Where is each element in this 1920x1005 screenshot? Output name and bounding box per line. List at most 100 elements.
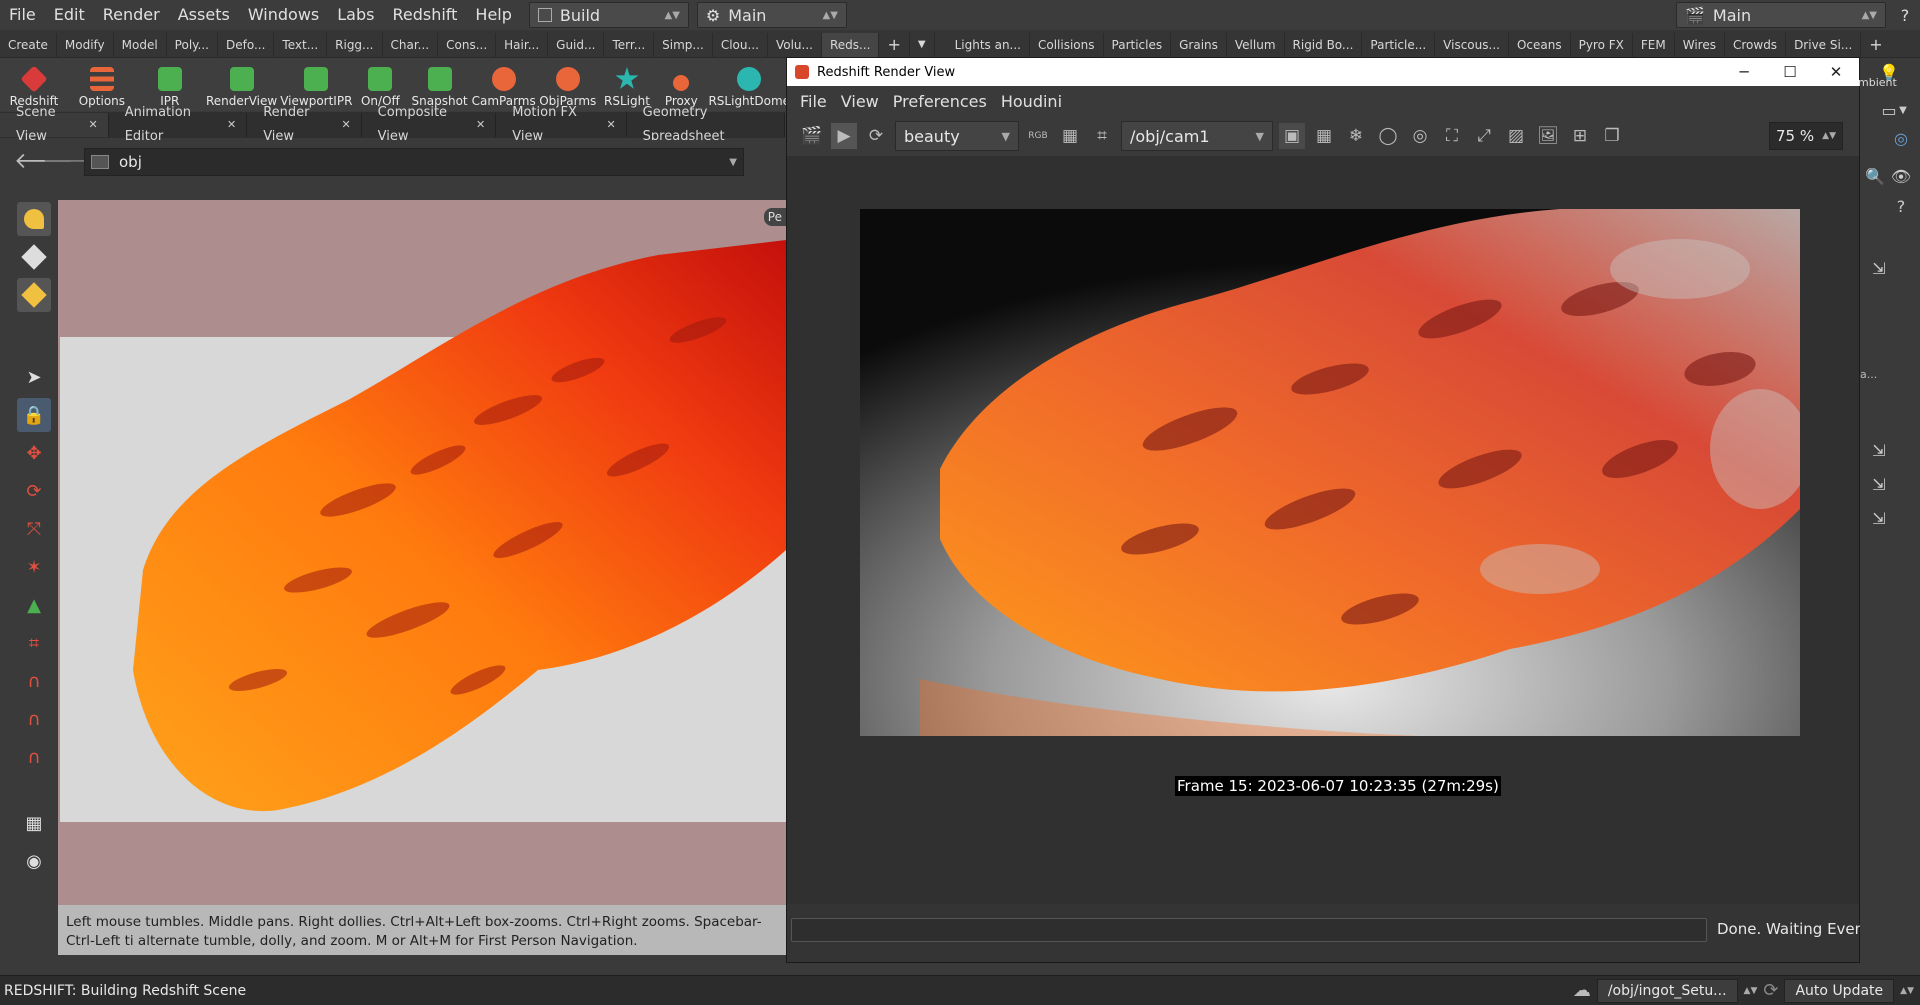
shelf-menu-icon[interactable]: ▼	[910, 33, 935, 57]
copy-icon[interactable]: ❐	[1599, 123, 1625, 149]
rv-menu-houdini[interactable]: Houdini	[994, 92, 1069, 111]
chevron-down-icon[interactable]: ▼	[729, 157, 737, 168]
menu-labs[interactable]: Labs	[328, 0, 383, 30]
shelf-tab[interactable]: Rigg...	[327, 33, 383, 57]
status-path-field[interactable]: /obj/ingot_Setu...	[1596, 978, 1738, 1003]
snap-point-icon[interactable]: ∩	[17, 702, 51, 736]
shelf-tab[interactable]: Guid...	[548, 33, 605, 57]
rotate-icon[interactable]: ⟳	[17, 474, 51, 508]
close-icon[interactable]: ✕	[341, 113, 350, 137]
tab-scene-view[interactable]: Scene View ✕	[0, 105, 109, 144]
select-geometry-icon[interactable]	[17, 202, 51, 236]
shelf-tab[interactable]: Grains	[1171, 33, 1227, 57]
shelf-tab[interactable]: Particle...	[1362, 33, 1436, 57]
close-icon[interactable]: ✕	[227, 113, 236, 137]
shelf-tab[interactable]: Char...	[383, 33, 439, 57]
updown-icon[interactable]: ▲▼	[1900, 986, 1914, 996]
help-icon[interactable]: ?	[1890, 6, 1920, 25]
menu-edit[interactable]: Edit	[45, 0, 94, 30]
magnet-icon[interactable]: ∩	[17, 740, 51, 774]
scene-viewport[interactable]: Pe Left mouse tumbles. Middle pans. Righ…	[58, 200, 786, 955]
shelf-tab[interactable]: Lights an...	[947, 33, 1030, 57]
select-points-icon[interactable]	[17, 240, 51, 274]
tab-composite-view[interactable]: Composite View ✕	[362, 105, 497, 144]
rv-menu-preferences[interactable]: Preferences	[886, 92, 994, 111]
shelf-tab[interactable]: Collisions	[1030, 33, 1104, 57]
close-icon[interactable]: ✕	[1813, 63, 1859, 81]
help-icon[interactable]: ?	[1888, 194, 1914, 220]
minimize-icon[interactable]: ─	[1721, 63, 1767, 81]
checker-icon[interactable]: ▦	[1057, 123, 1083, 149]
menu-redshift[interactable]: Redshift	[383, 0, 466, 30]
brain-icon[interactable]: ☁	[1573, 980, 1591, 1001]
pin-icon[interactable]: ⇲	[1866, 472, 1892, 498]
rv-menu-view[interactable]: View	[834, 92, 886, 111]
shelf-tab[interactable]: Vellum	[1227, 33, 1285, 57]
lock-icon[interactable]: 🔒	[17, 398, 51, 432]
back-arrow-icon[interactable]: 🡐	[14, 148, 73, 176]
shelf-tab[interactable]: Particles	[1104, 33, 1172, 57]
render-canvas[interactable]: Frame 15: 2023-06-07 10:23:35 (27m:29s)	[787, 156, 1859, 904]
select-pointer-icon[interactable]: ➤	[17, 360, 51, 394]
shelf-tab[interactable]: Terr...	[604, 33, 655, 57]
shelf-tab[interactable]: Wires	[1675, 33, 1725, 57]
region-icon[interactable]: ▣	[1279, 123, 1305, 149]
pin-icon[interactable]: ⇲	[1866, 256, 1892, 282]
shelf-tab[interactable]: Model	[114, 33, 167, 57]
hatch-icon[interactable]: ▨	[1503, 123, 1529, 149]
handle-icon[interactable]: ▲	[17, 588, 51, 622]
zoom-field[interactable]: 75 % ▲▼	[1769, 122, 1843, 150]
close-icon[interactable]: ✕	[88, 113, 97, 137]
clapper-icon[interactable]: 🎬	[799, 123, 825, 149]
lasso-icon[interactable]: ◯	[1375, 123, 1401, 149]
updown-icon[interactable]: ▲▼	[1744, 986, 1758, 996]
render-region-icon[interactable]: ▦	[17, 806, 51, 840]
chevron-down-icon[interactable]: ▼	[1890, 98, 1916, 124]
render-view-titlebar[interactable]: Redshift Render View ─ ☐ ✕	[787, 58, 1859, 86]
tab-render-view[interactable]: Render View ✕	[247, 105, 362, 144]
shelf-tab[interactable]: Hair...	[496, 33, 549, 57]
close-icon[interactable]: ✕	[606, 113, 615, 137]
focus-icon[interactable]: ◎	[1407, 123, 1433, 149]
aov-select[interactable]: beauty ▼	[895, 121, 1019, 151]
snap-prim-icon[interactable]: ∩	[17, 664, 51, 698]
desktop-build-select[interactable]: Build ▲▼	[528, 2, 689, 28]
menu-windows[interactable]: Windows	[239, 0, 328, 30]
zoom-icon[interactable]: 🔍	[1862, 164, 1888, 190]
shelf-tab-redshift[interactable]: Reds...	[821, 33, 880, 57]
expand-icon[interactable]: ⤢	[1471, 123, 1497, 149]
viewport-camera-menu[interactable]: Pe	[763, 208, 786, 226]
add-shelf-icon[interactable]: +	[1861, 33, 1890, 57]
shelf-tab[interactable]: Cons...	[438, 33, 497, 57]
shelf-tab[interactable]: Create	[0, 33, 57, 57]
menu-render[interactable]: Render	[94, 0, 169, 30]
maximize-icon[interactable]: ☐	[1767, 63, 1813, 81]
shelf-tab[interactable]: Clou...	[713, 33, 768, 57]
desktop-right-select[interactable]: 🎬 Main ▲▼	[1676, 2, 1886, 28]
snap-grid-icon[interactable]: ⌗	[17, 626, 51, 660]
shelf-tab[interactable]: Oceans	[1509, 33, 1571, 57]
tab-animation-editor[interactable]: Animation Editor ✕	[109, 105, 248, 144]
shelf-tab[interactable]: Modify	[57, 33, 114, 57]
forward-arrow-icon[interactable]: 🡒	[42, 148, 101, 176]
add-shelf-icon[interactable]: +	[879, 33, 910, 57]
desktop-main-select[interactable]: ⚙ Main ▲▼	[696, 2, 847, 28]
play-icon[interactable]: ▶	[831, 123, 857, 149]
menu-assets[interactable]: Assets	[169, 0, 239, 30]
snowflake-icon[interactable]: ❄	[1343, 123, 1369, 149]
pin-icon[interactable]: ⇲	[1866, 506, 1892, 532]
menu-help[interactable]: Help	[466, 0, 520, 30]
rv-menu-file[interactable]: File	[793, 92, 834, 111]
shelf-tab[interactable]: Crowds	[1725, 33, 1787, 57]
shelf-tab[interactable]: Volu...	[768, 33, 822, 57]
tab-geometry-spreadsheet[interactable]: Geometry Spreadsheet	[627, 105, 785, 144]
shelf-tab[interactable]: Pyro FX	[1571, 33, 1633, 57]
target-icon[interactable]: ◎	[1888, 126, 1914, 152]
tab-motion-fx-view[interactable]: Motion FX View ✕	[496, 105, 627, 144]
select-primitives-icon[interactable]	[17, 278, 51, 312]
shelf-tab[interactable]: Defo...	[218, 33, 275, 57]
shelf-tab[interactable]: Simp...	[654, 33, 713, 57]
shelf-tab[interactable]: Text...	[274, 33, 328, 57]
rgb-channel-icon[interactable]: RGB	[1025, 123, 1051, 149]
shelf-tab[interactable]: Drive Si...	[1786, 33, 1862, 57]
